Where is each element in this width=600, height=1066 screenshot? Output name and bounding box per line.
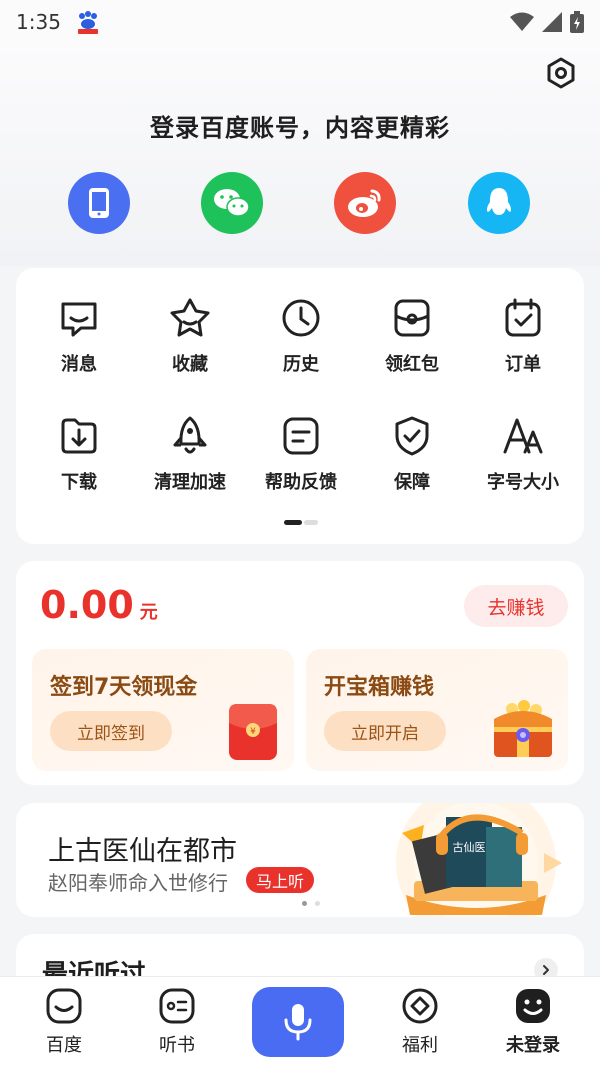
audiobook-banner[interactable]: 上古医仙在都市 赵阳奉师命入世修行 马上听 古仙医 [16, 803, 584, 917]
grid-label: 收藏 [172, 354, 208, 375]
clock-icon [282, 299, 320, 337]
banner-dot [315, 901, 320, 906]
grid-item-feedback[interactable]: 帮助反馈 [246, 414, 356, 494]
earnings-card: 0.00 元 去赚钱 签到7天领现金 立即签到 ¥ 开宝箱赚钱 立即开启 [16, 561, 584, 785]
login-prompt[interactable]: 登录百度账号，内容更精彩 [0, 108, 600, 143]
grid-item-red-packet[interactable]: 领红包 [357, 296, 467, 376]
phone-icon [89, 188, 109, 218]
open-chest-button[interactable]: 立即开启 [324, 711, 446, 751]
red-packet-icon [394, 299, 430, 337]
microphone-icon [284, 1004, 312, 1041]
balance[interactable]: 0.00 元 [40, 583, 158, 627]
bottom-tab-bar: 百度 听书 福利 未登录 [0, 976, 600, 1066]
svg-text:¥: ¥ [250, 727, 256, 737]
status-bar: 1:35 [0, 0, 600, 44]
page-dot-active [284, 520, 302, 525]
profile-icon [516, 989, 550, 1023]
book-cover-art: 古仙医 [396, 803, 562, 917]
tab-baidu[interactable]: 百度 [19, 987, 109, 1057]
message-icon [61, 302, 97, 337]
book-subtitle: 赵阳奉师命入世修行 [48, 871, 228, 895]
weibo-login-button[interactable] [334, 172, 396, 234]
tab-label: 听书 [159, 1035, 195, 1056]
treasure-task-card[interactable]: 开宝箱赚钱 立即开启 [306, 649, 568, 771]
grid-item-orders[interactable]: 订单 [468, 296, 578, 376]
grid-label: 领红包 [385, 354, 439, 375]
checkin-task-card[interactable]: 签到7天领现金 立即签到 ¥ [32, 649, 294, 771]
tab-welfare[interactable]: 福利 [375, 987, 465, 1057]
tab-label: 未登录 [506, 1035, 560, 1056]
voice-search-button[interactable] [252, 987, 344, 1057]
wifi-icon [510, 12, 534, 31]
listen-now-badge[interactable]: 马上听 [246, 867, 315, 893]
status-time: 1:35 [16, 10, 61, 34]
star-icon [170, 298, 210, 337]
balance-unit: 元 [139, 602, 158, 623]
page-dot [304, 520, 318, 525]
tab-label: 福利 [402, 1035, 438, 1056]
grid-item-cleanup[interactable]: 清理加速 [135, 414, 245, 494]
grid-label: 保障 [394, 472, 430, 493]
page-indicator [284, 520, 318, 525]
banner-indicator [302, 901, 320, 906]
tab-label: 百度 [46, 1035, 82, 1056]
grid-label: 订单 [505, 354, 541, 375]
settings-gear-icon[interactable] [544, 56, 578, 90]
checkin-title: 签到7天领现金 [50, 675, 198, 700]
shield-icon [395, 416, 429, 456]
grid-item-font-size[interactable]: 字号大小 [468, 414, 578, 494]
grid-label: 下载 [61, 472, 97, 493]
treasure-title: 开宝箱赚钱 [324, 675, 435, 700]
battery-icon [570, 11, 584, 33]
red-envelope-icon: ¥ [229, 704, 277, 760]
grid-item-message[interactable]: 消息 [24, 296, 134, 376]
wechat-icon [214, 189, 250, 217]
grid-item-history[interactable]: 历史 [246, 296, 356, 376]
treasure-chest-icon [494, 700, 552, 757]
svg-text:古仙医: 古仙医 [453, 841, 486, 854]
tab-audiobook[interactable]: 听书 [132, 987, 222, 1057]
checkin-button[interactable]: 立即签到 [50, 711, 172, 751]
grid-label: 清理加速 [154, 472, 226, 493]
balance-amount: 0.00 [40, 583, 134, 627]
signal-icon [542, 12, 562, 32]
book-title: 上古医仙在都市 [48, 836, 237, 867]
grid-label: 字号大小 [487, 472, 559, 493]
grid-item-protection[interactable]: 保障 [357, 414, 467, 494]
go-earn-button[interactable]: 去赚钱 [464, 585, 568, 627]
qq-login-button[interactable] [468, 172, 530, 234]
phone-login-button[interactable] [68, 172, 130, 234]
order-icon [505, 298, 541, 337]
download-icon [61, 418, 97, 454]
feature-grid: 消息 收藏 历史 领红包 订单 下载 清理加速 帮助反馈 保障 字号大小 [16, 268, 584, 544]
font-size-icon [503, 418, 543, 454]
welfare-icon [402, 988, 438, 1024]
grid-label: 帮助反馈 [265, 472, 337, 493]
audiobook-icon [159, 988, 195, 1024]
feedback-icon [283, 417, 319, 455]
tab-profile[interactable]: 未登录 [488, 987, 578, 1057]
grid-item-favorites[interactable]: 收藏 [135, 296, 245, 376]
status-icons [510, 11, 584, 33]
qq-icon [486, 188, 512, 215]
login-header: 登录百度账号，内容更精彩 [0, 44, 600, 266]
rocket-icon [173, 416, 207, 454]
baidu-notification-icon [77, 11, 98, 34]
wechat-login-button[interactable] [201, 172, 263, 234]
banner-dot-active [302, 901, 307, 906]
grid-label: 历史 [283, 354, 319, 375]
grid-label: 消息 [61, 354, 97, 375]
baidu-home-icon [46, 988, 82, 1024]
login-methods [0, 172, 600, 236]
grid-item-download[interactable]: 下载 [24, 414, 134, 494]
weibo-icon [348, 189, 381, 217]
